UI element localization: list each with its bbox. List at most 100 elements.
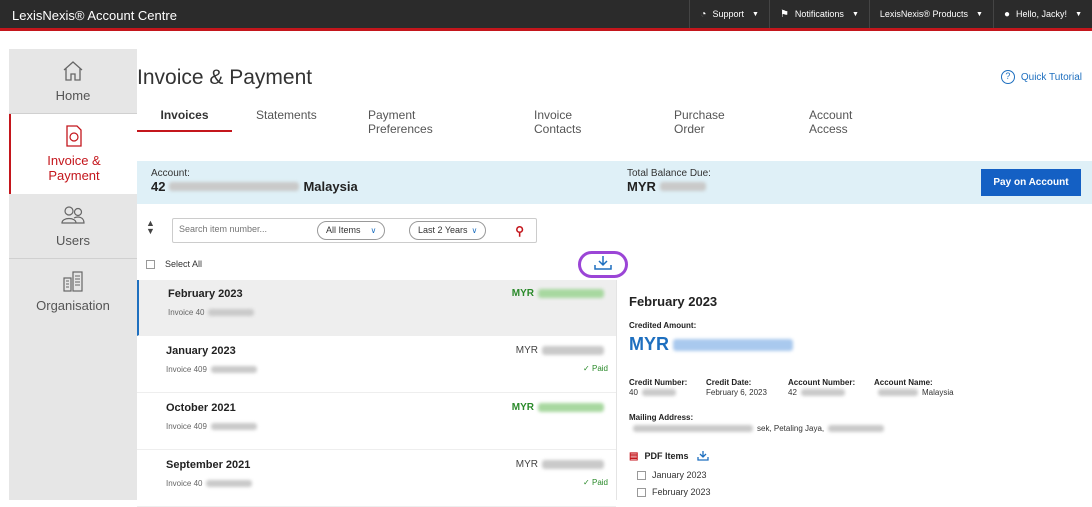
list-item[interactable]: February 2023 Invoice 40 MYR: [137, 280, 616, 336]
account-name: Malaysia: [874, 388, 954, 397]
sidebar-item-organisation[interactable]: Organisation: [9, 259, 137, 323]
tab-invoices[interactable]: Invoices: [137, 104, 232, 132]
pdf-item[interactable]: January 2023: [637, 470, 707, 480]
paid-label: Paid: [591, 364, 608, 373]
redacted-text: [878, 389, 918, 396]
search-input[interactable]: [179, 224, 299, 234]
items-filter-select[interactable]: All Items ∨: [317, 221, 386, 240]
tab-statements[interactable]: Statements: [256, 104, 317, 132]
invoice-number: Invoice 40: [166, 479, 256, 488]
account-country: Malaysia: [303, 179, 358, 194]
credit-number-prefix: 40: [629, 388, 638, 397]
redacted-text: [800, 389, 845, 396]
credit-number: 40: [629, 388, 680, 397]
period-filter-select[interactable]: Last 2 Years ∨: [409, 221, 487, 240]
redacted-text: [828, 425, 885, 432]
invoice-number: Invoice 409: [166, 365, 261, 374]
redacted-text: [210, 366, 257, 373]
invoice-number-prefix: Invoice 409: [166, 422, 207, 431]
account-number-prefix: 42: [788, 388, 797, 397]
notifications-menu[interactable]: ⚑ Notifications ▼: [768, 0, 869, 28]
invoice-amount: MYR: [512, 288, 608, 299]
pdf-item[interactable]: February 2023: [637, 487, 711, 497]
list-item[interactable]: January 2023 Invoice 409 MYR ✓ Paid: [137, 337, 616, 393]
credited-amount: MYR: [629, 334, 797, 355]
pdf-icon: ▤: [629, 450, 639, 462]
products-menu[interactable]: LexisNexis® Products ▼: [868, 0, 993, 28]
tab-purchase-order[interactable]: Purchase Order: [674, 104, 725, 136]
pay-on-account-button[interactable]: Pay on Account: [981, 169, 1081, 196]
search-filter-bar: All Items∨ Last 2 Years∨ ⚲: [172, 218, 537, 243]
chevron-down-icon: ▼: [976, 10, 983, 18]
sidebar-item-users[interactable]: Users: [9, 194, 137, 258]
download-icon[interactable]: [696, 450, 710, 462]
pdf-item-label: February 2023: [652, 487, 711, 497]
download-icon: [594, 256, 612, 270]
chevron-down-icon: ▼: [752, 10, 759, 18]
redacted-text: [633, 425, 753, 432]
select-all-checkbox[interactable]: [146, 259, 155, 269]
mailing-address: sek, Petaling Jaya,: [629, 424, 888, 433]
invoice-icon: [66, 125, 82, 147]
flag-icon: ⚑: [779, 8, 789, 20]
redacted-text: [673, 338, 793, 351]
tab-invoice-contacts[interactable]: Invoice Contacts: [534, 104, 581, 136]
paid-label: Paid: [591, 478, 608, 487]
invoice-currency: MYR: [511, 402, 534, 413]
balance-currency: MYR: [627, 179, 656, 194]
account-summary: Account: 42 Malaysia Total Balance Due: …: [137, 161, 1092, 204]
sidebar-item-label: Organisation: [36, 298, 110, 313]
invoice-amount: MYR: [512, 402, 608, 413]
tab-payment-preferences[interactable]: Payment Preferences: [368, 104, 433, 136]
pdf-items-label: PDF Items: [644, 451, 689, 461]
credit-date: February 6, 2023: [706, 388, 767, 397]
top-nav: ◔ Support ▼ ⚑ Notifications ▼ LexisNexis…: [689, 0, 1092, 28]
mailing-address-label: Mailing Address:: [629, 413, 694, 422]
search-icon[interactable]: ⚲: [515, 224, 524, 238]
invoice-number: Invoice 409: [166, 422, 261, 431]
items-filter-value: All Items: [326, 225, 361, 235]
invoice-detail-panel: February 2023 Credited Amount: MYR Credi…: [616, 280, 1092, 500]
chevron-down-icon: ∨: [370, 226, 377, 235]
account-number-label: Account Number:: [788, 378, 856, 387]
sidebar-item-label: Invoice & Payment: [47, 153, 101, 183]
top-bar: LexisNexis® Account Centre ◔ Support ▼ ⚑…: [0, 0, 1092, 31]
paid-status: ✓ Paid: [583, 478, 608, 487]
quick-tutorial-label: Quick Tutorial: [1020, 71, 1082, 83]
select-all-label: Select All: [165, 259, 203, 269]
redacted-text: [169, 182, 300, 191]
invoice-month: January 2023: [166, 345, 236, 357]
chevron-down-icon: ∨: [471, 226, 478, 235]
sort-icon[interactable]: ▲ ▼: [146, 219, 155, 236]
pdf-item-checkbox[interactable]: [637, 470, 646, 480]
sidebar-item-invoice[interactable]: Invoice & Payment: [9, 114, 137, 194]
invoice-month: October 2021: [166, 402, 236, 414]
mailing-address-value: sek, Petaling Jaya,: [757, 424, 825, 433]
detail-title: February 2023: [629, 294, 718, 309]
list-item[interactable]: September 2021 Invoice 40 MYR ✓ Paid: [137, 451, 616, 507]
account-value: 42 Malaysia: [151, 179, 358, 194]
account-name-label: Account Name:: [874, 378, 933, 387]
pdf-item-label: January 2023: [652, 470, 707, 480]
credit-date-label: Credit Date:: [706, 378, 752, 387]
period-filter-value: Last 2 Years: [418, 225, 468, 235]
list-item[interactable]: October 2021 Invoice 409 MYR: [137, 394, 616, 450]
download-button[interactable]: [578, 251, 628, 278]
pdf-item-checkbox[interactable]: [637, 487, 646, 497]
redacted-text: [538, 403, 604, 412]
home-icon: [63, 61, 83, 81]
sidebar-item-home[interactable]: Home: [9, 49, 137, 113]
invoice-amount: MYR: [516, 345, 608, 356]
redacted-text: [542, 346, 604, 355]
support-menu[interactable]: ◔ Support ▼: [689, 0, 769, 28]
user-menu[interactable]: ● Hello, Jacky! ▼: [992, 0, 1092, 28]
invoice-currency: MYR: [515, 459, 538, 470]
quick-tutorial-link[interactable]: ? Quick Tutorial: [1000, 70, 1082, 84]
invoice-number-prefix: Invoice 40: [168, 308, 205, 317]
select-all[interactable]: Select All: [146, 259, 202, 269]
invoice-currency: MYR: [515, 345, 538, 356]
credited-currency: MYR: [629, 334, 669, 354]
brand-title[interactable]: LexisNexis® Account Centre: [12, 8, 177, 23]
tab-account-access[interactable]: Account Access: [809, 104, 852, 136]
redacted-text: [659, 182, 706, 191]
